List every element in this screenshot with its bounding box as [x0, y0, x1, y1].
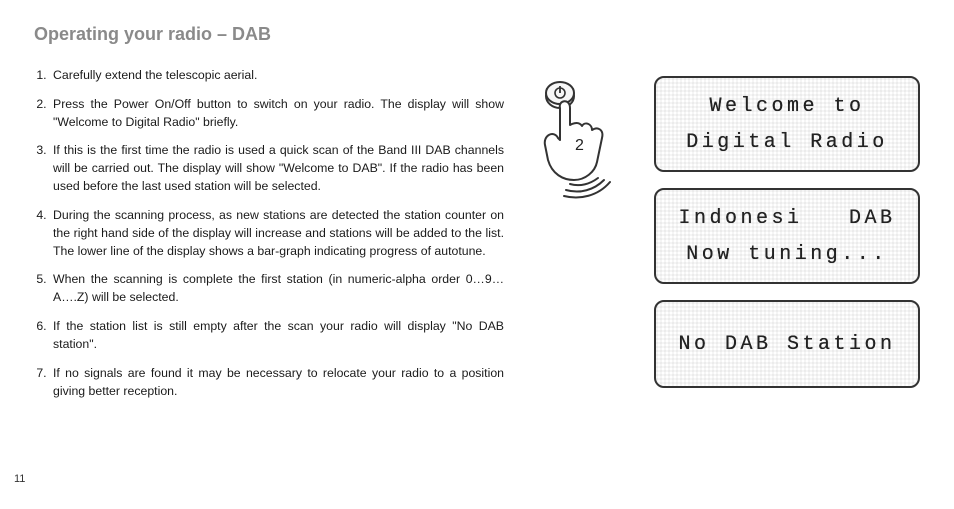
lcd-line: Welcome to	[709, 91, 864, 121]
step-number: 2	[575, 137, 584, 154]
lcd-screen-tuning: Indonesi DAB Now tuning...	[654, 188, 920, 284]
instruction-item: Carefully extend the telescopic aerial.	[50, 67, 504, 85]
lcd-screen-nostation: No DAB Station	[654, 300, 920, 388]
lcd-line: No DAB Station	[678, 329, 895, 359]
lcd-line: Now tuning...	[686, 239, 888, 269]
instruction-item: When the scanning is complete the first …	[50, 271, 504, 307]
instruction-item: If the station list is still empty after…	[50, 318, 504, 354]
instruction-item: If this is the first time the radio is u…	[50, 142, 504, 195]
page-title: Operating your radio – DAB	[34, 24, 504, 45]
press-button-illustration: 2	[530, 80, 630, 205]
instruction-list: Carefully extend the telescopic aerial. …	[34, 67, 504, 400]
instruction-item: If no signals are found it may be necess…	[50, 365, 504, 401]
lcd-line: Indonesi DAB	[678, 203, 895, 233]
instruction-item: During the scanning process, as new stat…	[50, 207, 504, 260]
page-number: 11	[14, 473, 25, 485]
lcd-screen-welcome: Welcome to Digital Radio	[654, 76, 920, 172]
lcd-line: Digital Radio	[686, 127, 888, 157]
instruction-item: Press the Power On/Off button to switch …	[50, 96, 504, 132]
